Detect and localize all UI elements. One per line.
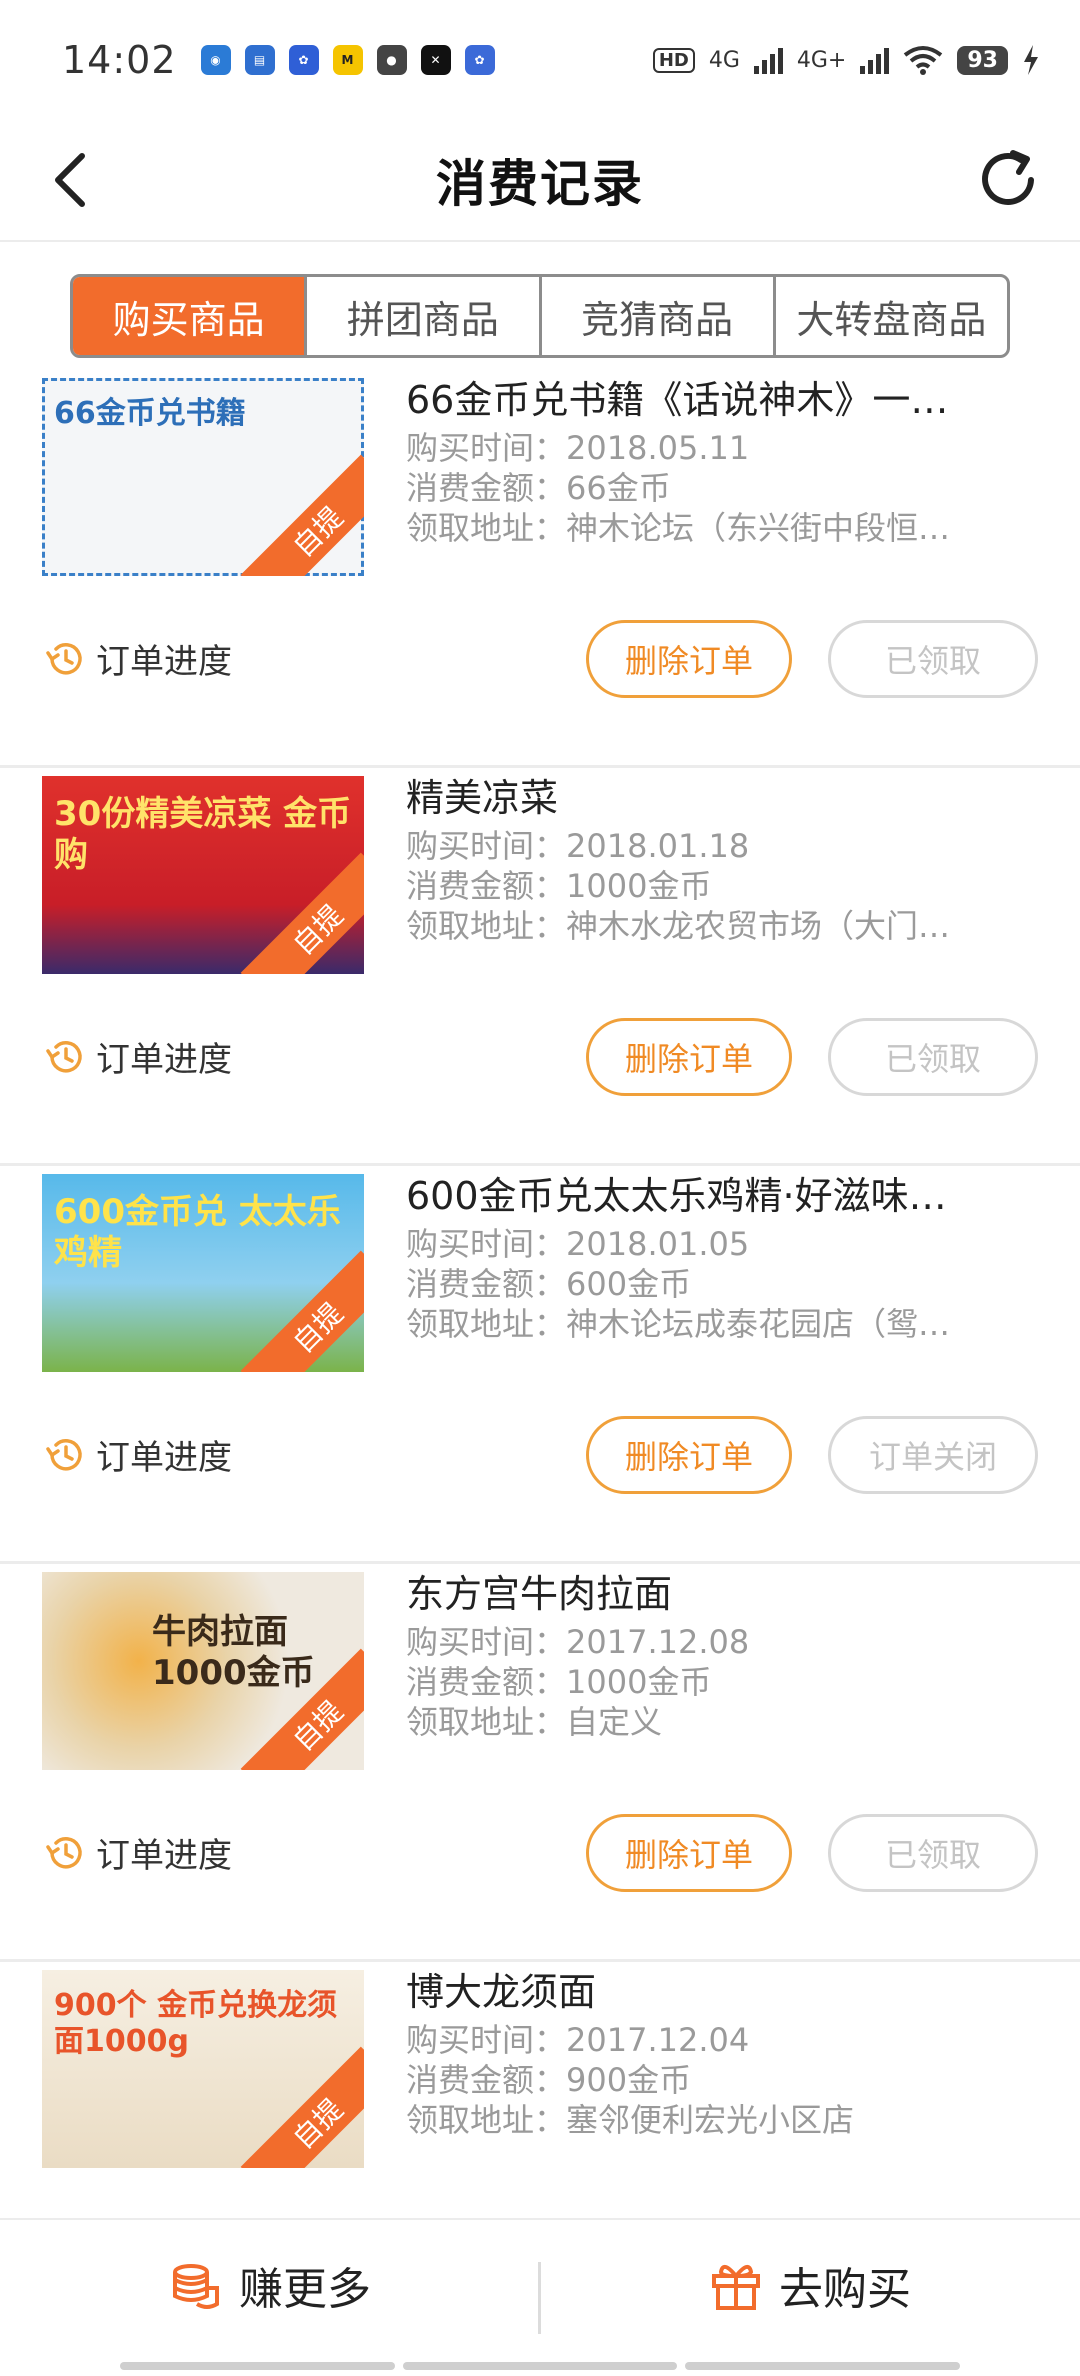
category-tabs: 购买商品 拼团商品 竞猜商品 大转盘商品 — [70, 274, 1010, 358]
product-thumbnail[interactable]: 66金币兑书籍 自提 — [42, 378, 364, 576]
purchase-time: 购买时间：2017.12.08 — [406, 1623, 750, 1661]
order-status-button[interactable]: 已领取 — [828, 1018, 1038, 1096]
page-title: 消费记录 — [436, 155, 644, 213]
order-status-button[interactable]: 订单关闭 — [828, 1416, 1038, 1494]
pickup-address: 领取地址：神木论坛成泰花园店（鸳… — [406, 1305, 951, 1343]
thumbnail-caption: 66金币兑书籍 — [54, 396, 246, 431]
wechat-app-icon: ● — [376, 45, 407, 75]
bottom-action-bar: 赚更多 去购买 — [0, 2218, 1080, 2376]
product-thumbnail[interactable]: 900个 金币兑换龙须面1000g 自提 — [42, 1970, 364, 2168]
hd-badge: HD — [652, 47, 695, 73]
network-4gplus-label: 4G+ — [796, 47, 847, 73]
order-info: 博大龙须面 购买时间：2017.12.04 消费金额：900金币 领取地址：塞邻… — [406, 1964, 1006, 2140]
order-progress-label: 订单进度 — [96, 1040, 232, 1080]
delete-order-button[interactable]: 删除订单 — [586, 1814, 792, 1892]
order-progress-link[interactable]: 订单进度 — [44, 634, 232, 683]
order-title[interactable]: 66金币兑书籍《话说神木》一… — [406, 372, 1006, 428]
order-amount: 消费金额：600金币 — [406, 1265, 692, 1303]
capcut-app-icon: ✕ — [420, 45, 451, 75]
product-thumbnail[interactable]: 牛肉拉面 1000金币 自提 — [42, 1572, 364, 1770]
order-amount: 消费金额：1000金币 — [406, 867, 712, 905]
order-card: 牛肉拉面 1000金币 自提 东方宫牛肉拉面 购买时间：2017.12.08 消… — [0, 1564, 1080, 1962]
refresh-icon — [982, 150, 1034, 205]
history-clock-icon — [46, 1836, 82, 1869]
purchase-time: 购买时间：2018.01.05 — [406, 1225, 750, 1263]
gesture-bar — [120, 2362, 961, 2370]
order-progress-label: 订单进度 — [96, 1438, 232, 1478]
order-info: 东方宫牛肉拉面 购买时间：2017.12.08 消费金额：1000金币 领取地址… — [406, 1566, 1006, 1742]
pickup-address: 领取地址：神木论坛（东兴街中段恒… — [406, 509, 951, 547]
charging-icon — [1024, 45, 1038, 75]
tab-wheel[interactable]: 大转盘商品 — [776, 277, 1007, 355]
tab-purchase[interactable]: 购买商品 — [73, 277, 308, 355]
order-title[interactable]: 精美凉菜 — [406, 770, 1006, 826]
order-progress-label: 订单进度 — [96, 1836, 232, 1876]
order-amount: 消费金额：900金币 — [406, 2061, 692, 2099]
baidu-paw-app-icon: ✿ — [464, 45, 495, 75]
status-time: 14:02 — [62, 38, 177, 82]
order-status-button[interactable]: 已领取 — [828, 1814, 1038, 1892]
order-list: 66金币兑书籍 自提 66金币兑书籍《话说神木》一… 购买时间：2018.05.… — [0, 370, 1080, 2360]
order-title[interactable]: 东方宫牛肉拉面 — [406, 1566, 1006, 1622]
chevron-left-icon — [55, 153, 85, 207]
tab-group-buy[interactable]: 拼团商品 — [307, 277, 542, 355]
delete-order-button[interactable]: 删除订单 — [586, 1416, 792, 1494]
order-progress-link[interactable]: 订单进度 — [44, 1430, 232, 1479]
battery-level: 93 — [957, 45, 1008, 75]
thumbnail-caption: 900个 金币兑换龙须面1000g — [54, 1988, 338, 2059]
go-buy-label: 去购买 — [779, 2264, 911, 2315]
order-card: 66金币兑书籍 自提 66金币兑书籍《话说神木》一… 购买时间：2018.05.… — [0, 370, 1080, 768]
network-4g-label: 4G — [708, 47, 740, 73]
pickup-address: 领取地址：塞邻便利宏光小区店 — [406, 2101, 855, 2139]
order-title[interactable]: 博大龙须面 — [406, 1964, 1006, 2020]
order-info: 66金币兑书籍《话说神木》一… 购买时间：2018.05.11 消费金额：66金… — [406, 372, 1006, 548]
status-bar: 14:02 ◉ ▤ ✿ M ● ✕ ✿ HD 4G 4G+ 93 — [0, 0, 1080, 120]
status-app-icons: ◉ ▤ ✿ M ● ✕ ✿ — [200, 45, 495, 75]
signal-icon — [753, 46, 783, 74]
product-thumbnail[interactable]: 600金币兑 太太乐鸡精 自提 — [42, 1174, 364, 1372]
signal-icon-2 — [860, 46, 890, 74]
status-indicators: HD 4G 4G+ 93 — [652, 45, 1040, 75]
wifi-icon — [904, 46, 943, 75]
delete-order-button[interactable]: 删除订单 — [586, 1018, 792, 1096]
header: 消费记录 — [0, 120, 1080, 242]
order-info: 精美凉菜 购买时间：2018.01.18 消费金额：1000金币 领取地址：神木… — [406, 770, 1006, 946]
pickup-address: 领取地址：自定义 — [406, 1703, 663, 1741]
order-amount: 消费金额：1000金币 — [406, 1663, 712, 1701]
pickup-address: 领取地址：神木水龙农贸市场（大门… — [406, 907, 951, 945]
coins-icon — [173, 2264, 219, 2309]
history-clock-icon — [46, 1040, 82, 1073]
earn-more-button[interactable]: 赚更多 — [0, 2220, 540, 2376]
order-progress-link[interactable]: 订单进度 — [44, 1828, 232, 1877]
order-progress-label: 订单进度 — [96, 642, 232, 682]
delete-order-button[interactable]: 删除订单 — [586, 620, 792, 698]
gift-icon — [712, 2264, 760, 2310]
history-clock-icon — [46, 1438, 82, 1471]
tab-guess[interactable]: 竞猜商品 — [542, 277, 776, 355]
order-title[interactable]: 600金币兑太太乐鸡精·好滋味… — [406, 1168, 1006, 1224]
purchase-time: 购买时间：2017.12.04 — [406, 2021, 750, 2059]
order-card: 30份精美凉菜 金币购 自提 精美凉菜 购买时间：2018.01.18 消费金额… — [0, 768, 1080, 1166]
order-card: 600金币兑 太太乐鸡精 自提 600金币兑太太乐鸡精·好滋味… 购买时间：20… — [0, 1166, 1080, 1564]
order-progress-link[interactable]: 订单进度 — [44, 1032, 232, 1081]
bottom-divider — [538, 2262, 541, 2334]
meituan-app-icon: M — [332, 45, 363, 75]
purchase-time: 购买时间：2018.01.18 — [406, 827, 750, 865]
refresh-button[interactable] — [966, 138, 1050, 222]
order-amount: 消费金额：66金币 — [406, 469, 671, 507]
go-buy-button[interactable]: 去购买 — [540, 2220, 1080, 2376]
earn-more-label: 赚更多 — [239, 2264, 371, 2315]
thumbnail-caption: 600金币兑 太太乐鸡精 — [54, 1192, 341, 1273]
order-info: 600金币兑太太乐鸡精·好滋味… 购买时间：2018.01.05 消费金额：60… — [406, 1168, 1006, 1344]
purchase-time: 购买时间：2018.05.11 — [406, 429, 750, 467]
back-button[interactable] — [30, 140, 110, 220]
news-app-icon: ▤ — [244, 45, 275, 75]
signal-app-icon: ◉ — [200, 45, 231, 75]
order-status-button[interactable]: 已领取 — [828, 620, 1038, 698]
baidu-app-icon: ✿ — [288, 45, 319, 75]
history-clock-icon — [46, 642, 82, 675]
thumbnail-caption: 30份精美凉菜 金币购 — [54, 794, 352, 875]
product-thumbnail[interactable]: 30份精美凉菜 金币购 自提 — [42, 776, 364, 974]
